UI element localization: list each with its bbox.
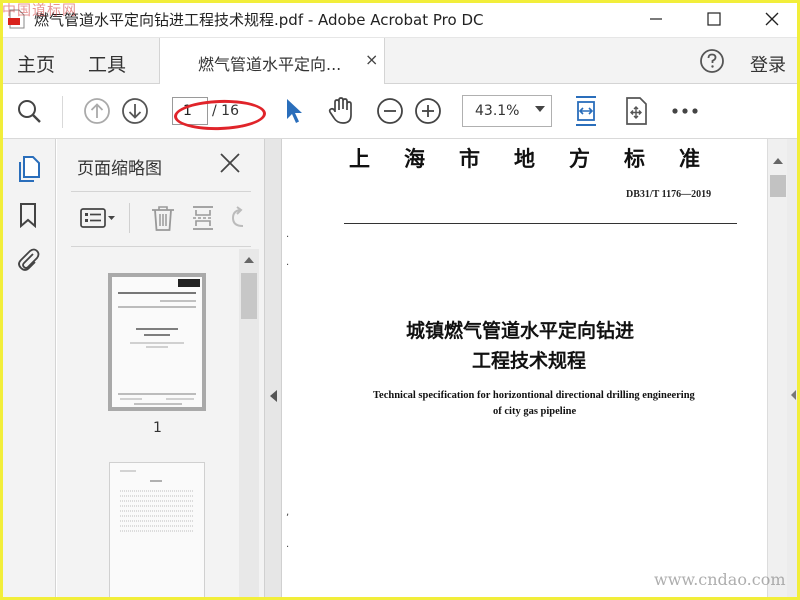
login-button[interactable]: 登录 [750, 51, 786, 77]
page-up-icon[interactable] [82, 96, 112, 126]
document-title-line1: 城镇燃气管道水平定向钻进 [406, 320, 635, 342]
close-icon [765, 12, 779, 26]
tab-document[interactable]: 燃气管道水平定向... × [159, 38, 385, 84]
search-icon[interactable] [14, 96, 44, 126]
margin-mark: . [286, 539, 290, 550]
margin-mark: . [286, 229, 290, 240]
panel-close-icon[interactable] [219, 152, 243, 176]
minimize-icon [650, 18, 662, 20]
toolbar: 1 / 16 43.1% [0, 84, 800, 139]
right-pane-collapsed[interactable] [787, 139, 800, 600]
watermark-top-left: 中国道标网 [2, 3, 77, 19]
rotate-view-icon[interactable] [621, 96, 651, 126]
scroll-up-icon[interactable] [244, 257, 254, 263]
toolbar-separator [62, 96, 63, 128]
document-scrollbar[interactable] [767, 139, 787, 600]
collapse-left-icon[interactable] [270, 390, 277, 402]
close-window-button[interactable] [744, 0, 800, 38]
zoom-value: 43.1% [475, 103, 520, 119]
document-title-line2: 工程技术规程 [472, 350, 587, 372]
pane-splitter[interactable] [264, 139, 282, 600]
panel-tool-separator [129, 203, 130, 233]
delete-icon[interactable] [148, 203, 178, 233]
page-thumbnail-1[interactable] [108, 273, 206, 411]
maximize-icon [707, 12, 721, 26]
undo-icon[interactable] [227, 203, 247, 233]
bookmark-icon[interactable] [14, 201, 42, 229]
english-title-line1: Technical specification for horizontiona… [373, 390, 695, 401]
margin-mark: , [286, 507, 290, 518]
document-header: 上海市地方标准 [349, 146, 734, 171]
options-icon[interactable] [77, 203, 119, 233]
tab-home[interactable]: 主页 [17, 50, 55, 77]
zoom-out-icon[interactable] [375, 96, 405, 126]
expand-right-pane-icon[interactable] [791, 390, 796, 400]
standard-code: DB31/T 1176—2019 [626, 189, 712, 200]
insert-page-icon[interactable] [188, 203, 218, 233]
title-bar: 燃气管道水平定向钻进工程技术规程.pdf - Adobe Acrobat Pro… [0, 0, 800, 38]
thumbnail-page-image [112, 277, 202, 407]
english-title-line2: of city gas pipeline [493, 406, 577, 417]
tab-document-label: 燃气管道水平定向... [198, 55, 342, 74]
tab-close-button[interactable]: × [365, 50, 378, 69]
panel-divider [71, 191, 251, 192]
document-scroll-thumb[interactable] [770, 175, 786, 197]
page-down-icon[interactable] [120, 96, 150, 126]
more-icon[interactable] [670, 96, 700, 126]
chevron-down-icon [535, 106, 545, 112]
attachment-icon[interactable] [14, 245, 42, 273]
minimize-button[interactable] [628, 0, 684, 38]
thumbnails-scroll-thumb[interactable] [241, 273, 257, 319]
navigation-pane-strip [0, 139, 56, 600]
panel-divider [71, 246, 251, 247]
watermark-bottom-right: www.cndao.com [654, 570, 786, 589]
document-view[interactable]: 上海市地方标准 DB31/T 1176—2019 . . 城镇燃气管道水平定向钻… [283, 139, 767, 600]
tab-tools[interactable]: 工具 [88, 50, 126, 77]
window-title: 燃气管道水平定向钻进工程技术规程.pdf - Adobe Acrobat Pro… [34, 11, 484, 29]
thumbnail-page-number: 1 [153, 420, 162, 436]
hand-tool-icon[interactable] [326, 96, 356, 126]
scroll-up-icon[interactable] [773, 158, 783, 164]
maximize-button[interactable] [686, 0, 742, 38]
help-icon[interactable] [699, 48, 725, 74]
fit-width-icon[interactable] [571, 96, 601, 126]
thumbnails-panel: 页面缩略图 1 [57, 139, 264, 600]
page-thumbnails-icon[interactable] [14, 155, 42, 183]
zoom-in-icon[interactable] [413, 96, 443, 126]
page-thumbnail-2[interactable] [109, 462, 205, 600]
tab-bar: 主页 工具 燃气管道水平定向... × 登录 [0, 38, 800, 84]
margin-mark: . [286, 257, 290, 268]
header-rule [344, 223, 737, 224]
panel-title: 页面缩略图 [77, 159, 162, 179]
select-cursor-icon[interactable] [278, 96, 308, 126]
